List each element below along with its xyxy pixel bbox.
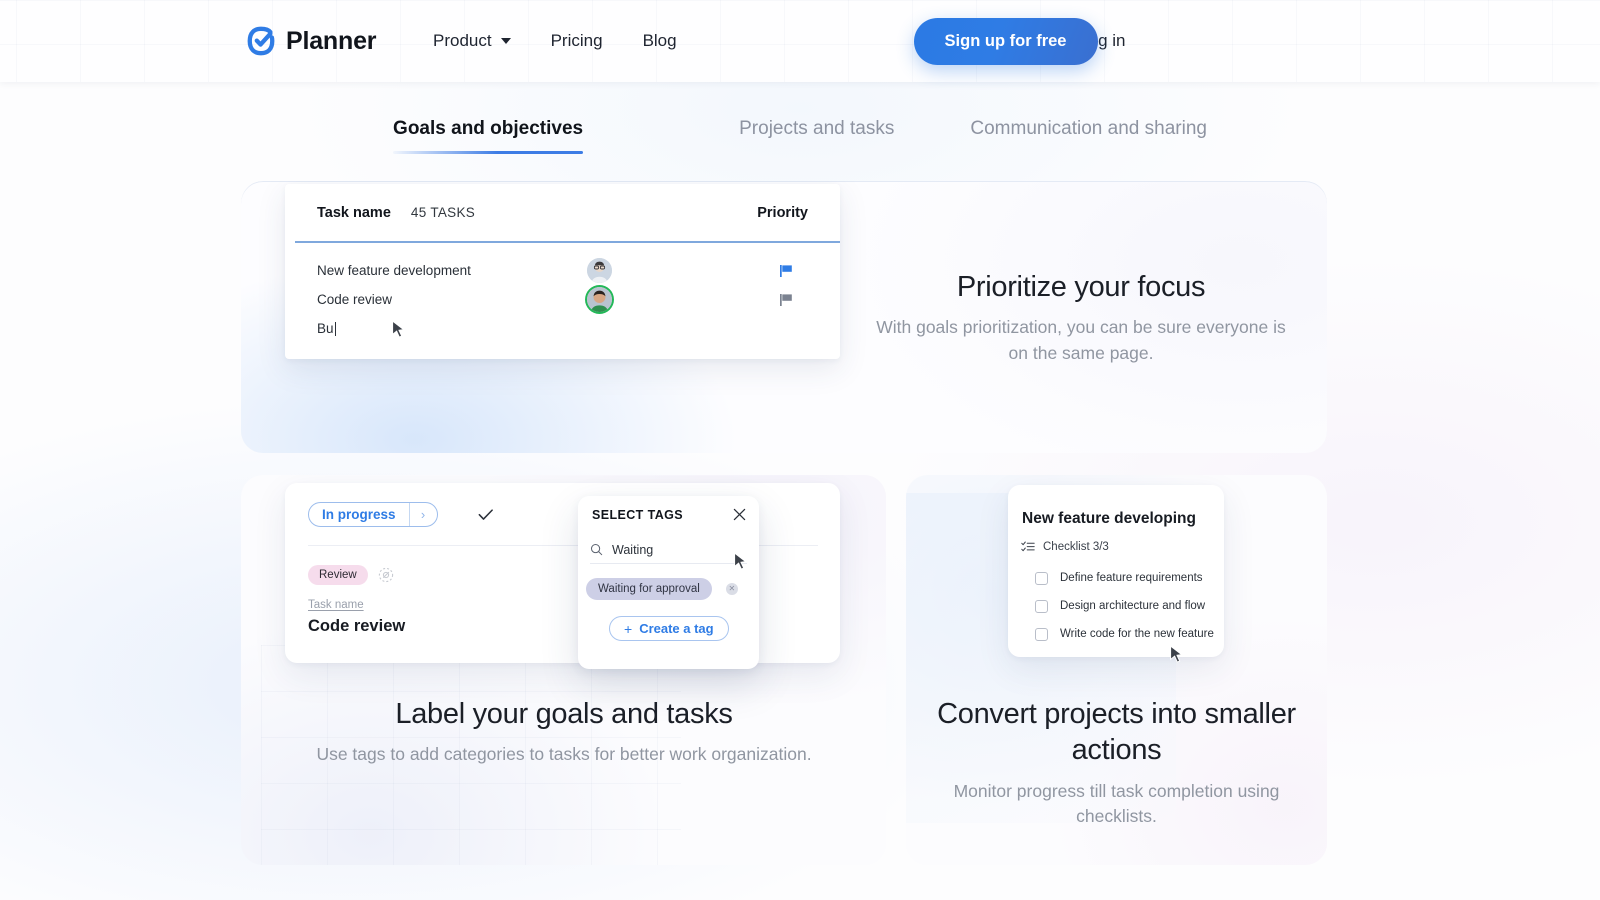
feature-subtitle: With goals prioritization, you can be su… <box>876 317 1286 363</box>
brand-name: Planner <box>286 26 377 55</box>
table-row[interactable]: Code review <box>285 285 840 314</box>
check-icon[interactable] <box>476 505 495 524</box>
feature-tabs: Goals and objectives Projects and tasks … <box>0 118 1600 154</box>
tag-row: Review <box>308 565 840 585</box>
select-tags-popup: SELECT TAGS Waiting Waiting for approval… <box>578 496 759 669</box>
tag-search-field[interactable]: Waiting <box>590 536 747 564</box>
feature-card-label: In progress › Review Task name Code revi… <box>241 475 886 865</box>
checklist-item-label: Design architecture and flow <box>1060 600 1206 612</box>
task-table-card: Task name 45 TASKS Priority New feature … <box>285 184 840 359</box>
feature-copy-prioritize: Prioritize your focus With goals priorit… <box>871 269 1291 366</box>
checklist-item-label: Define feature requirements <box>1060 572 1203 584</box>
tag-circle-icon[interactable] <box>378 567 394 583</box>
checklist-card: New feature developing Checklist 3/3 Def… <box>1008 485 1224 657</box>
tab-spacer <box>894 118 970 154</box>
checkbox[interactable] <box>1035 599 1048 613</box>
feature-card-prioritize: Task name 45 TASKS Priority New feature … <box>241 181 1327 453</box>
sign-up-button[interactable]: Sign up for free <box>913 17 1098 65</box>
nav-item-blog[interactable]: Blog <box>643 31 677 51</box>
remove-circle-icon[interactable]: ✕ <box>725 583 738 595</box>
create-tag-button[interactable]: + Create a tag <box>609 616 729 641</box>
checklist-title: New feature developing <box>1022 510 1196 527</box>
task-name-input[interactable]: Bu <box>317 321 334 336</box>
feature-subtitle: Monitor progress till task completion us… <box>953 780 1280 826</box>
task-table-header: Task name 45 TASKS Priority <box>285 184 840 241</box>
popup-header: SELECT TAGS <box>578 496 759 534</box>
nav-item-product-label: Product <box>433 31 492 50</box>
feature-title: Prioritize your focus <box>956 271 1206 303</box>
flag-icon <box>780 264 792 277</box>
column-header-priority: Priority <box>757 204 808 221</box>
plus-icon: + <box>624 620 633 637</box>
nav-item-pricing[interactable]: Pricing <box>551 31 603 51</box>
nav-links: Product Pricing Blog <box>433 31 677 51</box>
list-item[interactable]: Write code for the new feature <box>1035 620 1224 648</box>
tag-pill-waiting-for-approval[interactable]: Waiting for approval <box>586 578 712 600</box>
tag-results: Waiting for approval ✕ <box>578 564 759 600</box>
tag-search-value: Waiting <box>612 542 654 557</box>
checklist-icon <box>1021 541 1035 552</box>
tab-goals-and-objectives[interactable]: Goals and objectives <box>393 118 584 154</box>
nav-item-product[interactable]: Product <box>433 31 511 51</box>
task-name-cell: New feature development <box>317 263 471 278</box>
task-count-badge: 45 TASKS <box>410 205 476 220</box>
status-label: In progress <box>322 506 396 522</box>
nav-item-pricing-label: Pricing <box>550 31 603 50</box>
landing-page: Planner Product Pricing Blog Book a demo… <box>0 0 1600 900</box>
avatar <box>587 287 612 312</box>
checkbox[interactable] <box>1035 571 1048 585</box>
task-table-body: New feature development Code review Bu <box>285 243 840 343</box>
checkbox[interactable] <box>1035 627 1048 641</box>
list-item[interactable]: Design architecture and flow <box>1035 592 1224 620</box>
feature-copy-checklist: Convert projects into smaller actions Mo… <box>924 696 1309 829</box>
feature-title: Convert projects into smaller actions <box>937 698 1296 767</box>
chevron-right-icon[interactable]: › <box>408 502 437 526</box>
list-item[interactable]: Define feature requirements <box>1035 564 1224 592</box>
task-name-label: Task name <box>308 599 364 611</box>
flag-icon <box>780 293 792 306</box>
task-name-cell: Code review <box>317 292 393 307</box>
feature-card-checklist: New feature developing Checklist 3/3 Def… <box>906 475 1327 865</box>
checklist-progress: Checklist 3/3 <box>1043 541 1109 553</box>
brand-logo[interactable]: Planner <box>246 26 377 56</box>
tab-communication-and-sharing[interactable]: Communication and sharing <box>970 118 1207 154</box>
planner-check-logo-icon <box>247 26 275 56</box>
checklist-items: Define feature requirements Design archi… <box>1008 554 1224 648</box>
nav-item-blog-label: Blog <box>642 31 677 50</box>
text-cursor <box>334 321 336 336</box>
column-header-task-name: Task name <box>317 204 391 221</box>
table-row[interactable]: New feature development <box>285 256 840 285</box>
tab-projects-and-tasks[interactable]: Projects and tasks <box>739 118 894 154</box>
feature-title: Label your goals and tasks <box>395 698 733 730</box>
checklist-progress-row: Checklist 3/3 <box>1008 528 1224 554</box>
close-icon[interactable] <box>731 506 748 523</box>
nav-right: Book a demo Log in Sign up for free <box>913 17 1600 65</box>
task-name-value: Code review <box>308 617 406 635</box>
status-pill-in-progress[interactable]: In progress › <box>308 501 438 527</box>
checklist-item-label: Write code for the new feature <box>1060 628 1214 640</box>
table-row-editing[interactable]: Bu <box>285 314 840 343</box>
create-tag-label: Create a tag <box>639 621 714 636</box>
popup-title: SELECT TAGS <box>592 508 683 522</box>
navbar: Planner Product Pricing Blog Book a demo… <box>0 0 1600 82</box>
tab-spacer <box>583 118 739 154</box>
feature-subtitle: Use tags to add categories to tasks for … <box>316 744 812 765</box>
tag-pill-review[interactable]: Review <box>308 565 368 585</box>
feature-copy-label: Label your goals and tasks Use tags to a… <box>299 696 829 768</box>
search-icon <box>590 543 603 556</box>
chevron-down-icon <box>500 38 511 44</box>
avatar <box>587 258 612 283</box>
site-header: Planner Product Pricing Blog Book a demo… <box>0 0 1600 82</box>
